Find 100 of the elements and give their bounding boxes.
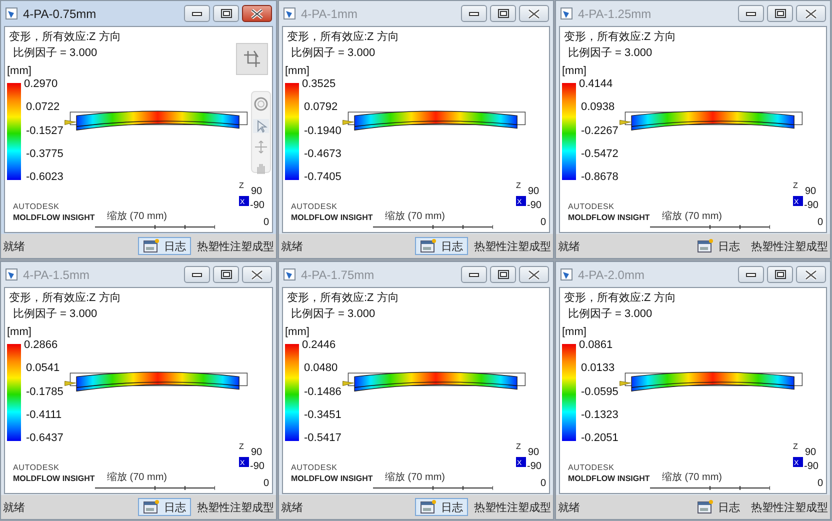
zoom-label: 缩放 (70 mm): [662, 470, 722, 484]
maximize-button[interactable]: [490, 266, 516, 283]
log-icon: [697, 239, 713, 253]
log-icon: [420, 500, 436, 514]
window-title: 4-PA-2.0mm: [578, 268, 646, 282]
brand-label: AUTODESK: [291, 463, 338, 472]
axis-label: Z: [239, 441, 244, 452]
close-icon: [528, 8, 540, 18]
product-label: MOLDFLOW INSIGHT: [291, 474, 373, 483]
log-button[interactable]: 日志: [692, 237, 745, 255]
minimize-icon: [746, 272, 756, 276]
result-title: 变形，所有效应:Z 方向: [9, 30, 121, 44]
angle-label: -90: [250, 200, 264, 211]
mode-text: 热塑性注塑成型: [751, 240, 828, 254]
close-button[interactable]: [242, 5, 272, 22]
axis-cube-icon: [793, 457, 803, 467]
maximize-button[interactable]: [213, 266, 239, 283]
zoom-label: 缩放 (70 mm): [107, 209, 167, 223]
axis-cube-icon: [239, 196, 249, 206]
product-label: MOLDFLOW INSIGHT: [13, 213, 95, 222]
angle-label: 0: [263, 478, 269, 489]
mode-text: 热塑性注塑成型: [751, 500, 828, 514]
mode-text: 热塑性注塑成型: [474, 500, 551, 514]
axis-label: Z: [239, 180, 244, 191]
minimize-icon: [469, 272, 479, 276]
app-icon: [283, 7, 296, 20]
status-text: 就绪: [558, 500, 581, 514]
status-text: 就绪: [281, 500, 304, 514]
scale-value: 0.0133: [581, 362, 616, 374]
angle-label: -90: [804, 200, 818, 211]
scale-value: 0.3525: [302, 78, 337, 90]
view-button[interactable]: [236, 43, 268, 75]
axis-label: Z: [793, 441, 798, 452]
close-button[interactable]: [242, 266, 272, 283]
angle-label: 0: [263, 217, 269, 228]
scale-value: -0.5472: [581, 148, 618, 160]
unit-label: [mm]: [285, 65, 310, 77]
unit-label: [mm]: [562, 65, 588, 77]
angle-label: 0: [817, 478, 823, 489]
log-button[interactable]: 日志: [138, 498, 191, 516]
minimize-button[interactable]: [184, 266, 210, 283]
maximize-button[interactable]: [213, 5, 239, 22]
scale-value: -0.8678: [581, 171, 618, 183]
scale-value: -0.6437: [26, 432, 64, 444]
angle-label: 0: [540, 217, 546, 228]
log-button[interactable]: 日志: [692, 498, 745, 516]
unit-label: [mm]: [562, 326, 588, 338]
window-title: 4-PA-0.75mm: [23, 6, 98, 20]
scale-value: 0.0938: [581, 101, 616, 114]
maximize-button[interactable]: [767, 5, 793, 22]
result-title: 变形，所有效应:Z 方向: [564, 30, 676, 44]
minimize-button[interactable]: [461, 266, 487, 283]
app-icon: [283, 268, 296, 281]
app-icon: [560, 7, 573, 20]
minimize-icon: [192, 12, 202, 16]
close-button[interactable]: [519, 266, 549, 283]
maximize-button[interactable]: [490, 5, 516, 22]
angle-label: -90: [527, 461, 542, 472]
log-button[interactable]: 日志: [415, 498, 468, 516]
scale-value: 0.0480: [304, 362, 339, 374]
status-text: 就绪: [281, 240, 304, 254]
minimize-button[interactable]: [738, 5, 764, 22]
app-icon: [560, 268, 573, 281]
status-text: 就绪: [558, 240, 581, 254]
unit-label: [mm]: [7, 65, 32, 77]
scale-value: 0.2446: [302, 339, 337, 351]
zoom-label: 缩放 (70 mm): [385, 209, 445, 223]
scale-value: -0.5417: [304, 432, 342, 444]
axis-label: Z: [516, 441, 521, 452]
brand-label: AUTODESK: [568, 463, 614, 472]
product-label: MOLDFLOW INSIGHT: [291, 213, 373, 222]
close-icon: [805, 270, 817, 280]
steering-wheel-icon[interactable]: [253, 96, 269, 112]
scale-value: -0.4111: [26, 408, 63, 421]
axis-cube-icon: [516, 457, 526, 467]
scale-value: -0.7405: [304, 171, 342, 183]
log-icon: [143, 239, 159, 253]
scale-factor: 比例因子 = 3.000: [12, 307, 98, 321]
log-button[interactable]: 日志: [415, 237, 468, 255]
close-button[interactable]: [519, 5, 549, 22]
axis-label: Z: [516, 180, 521, 191]
axis-cube-icon: [239, 457, 249, 467]
brand-label: AUTODESK: [13, 202, 60, 211]
close-icon: [251, 270, 263, 280]
minimize-button[interactable]: [738, 266, 764, 283]
minimize-button[interactable]: [184, 5, 210, 22]
scale-value: 0.0722: [26, 101, 61, 114]
log-button[interactable]: 日志: [138, 237, 191, 255]
angle-label: 90: [528, 186, 540, 197]
log-icon: [143, 500, 159, 514]
minimize-button[interactable]: [461, 5, 487, 22]
app-icon: [5, 7, 18, 20]
maximize-icon: [220, 270, 232, 279]
close-button[interactable]: [796, 266, 826, 283]
scale-value: -0.3775: [26, 148, 64, 160]
scale-value: -0.2051: [581, 432, 618, 444]
close-button[interactable]: [796, 5, 826, 22]
unit-label: [mm]: [7, 326, 32, 338]
angle-label: -90: [250, 461, 264, 472]
maximize-button[interactable]: [767, 266, 793, 283]
